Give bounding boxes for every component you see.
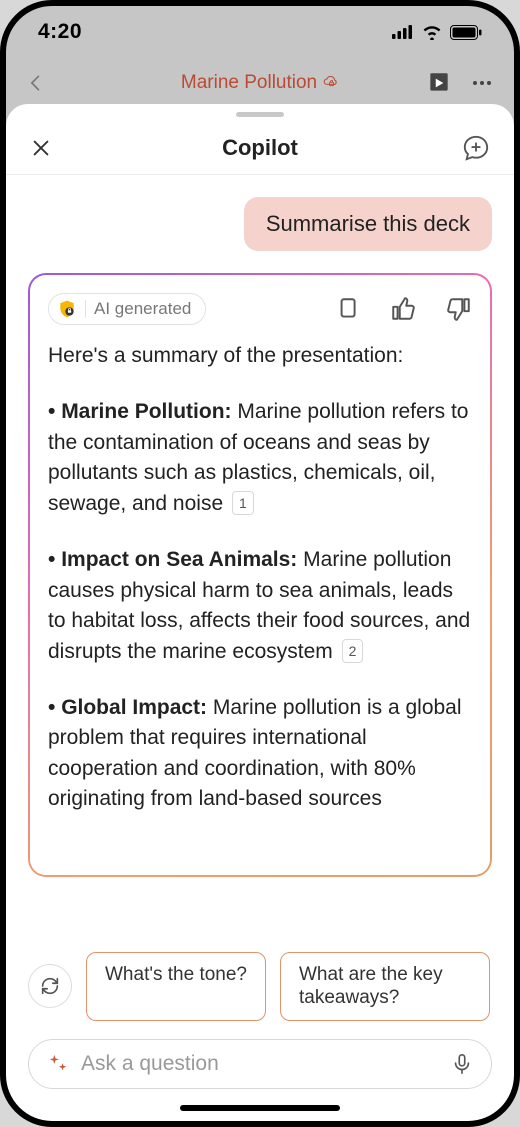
ai-response-card: AI generated Here's a summary of the pre… bbox=[28, 273, 492, 877]
citation-badge[interactable]: 1 bbox=[232, 491, 254, 515]
ai-bullet: • Global Impact: Marine pollution is a g… bbox=[48, 693, 472, 815]
thumbs-down-button[interactable] bbox=[446, 296, 472, 322]
wifi-icon bbox=[421, 24, 443, 40]
refresh-icon bbox=[39, 975, 61, 997]
chat-body: Summarise this deck AI generated bbox=[6, 175, 514, 936]
signal-icon bbox=[392, 25, 414, 39]
presenter-icon[interactable] bbox=[426, 70, 452, 96]
back-icon[interactable] bbox=[26, 73, 46, 93]
suggestion-pill[interactable]: What are the key takeaways? bbox=[280, 952, 490, 1022]
doc-title-text: Marine Pollution bbox=[181, 72, 317, 94]
suggestions-row: What's the tone? What are the key takeaw… bbox=[6, 936, 514, 1022]
new-chat-icon[interactable] bbox=[462, 134, 490, 162]
chat-input-bar[interactable] bbox=[28, 1039, 492, 1089]
ai-bullet: • Marine Pollution: Marine pollution ref… bbox=[48, 397, 472, 519]
user-message: Summarise this deck bbox=[244, 197, 492, 251]
copilot-sheet: Copilot Summarise this deck AI generated bbox=[6, 104, 514, 1121]
home-indicator[interactable] bbox=[180, 1105, 340, 1111]
sheet-grabber[interactable] bbox=[236, 112, 284, 117]
ai-badge-label: AI generated bbox=[94, 299, 191, 319]
doc-title: Marine Pollution bbox=[181, 72, 339, 94]
status-icons bbox=[392, 24, 482, 40]
thumbs-up-button[interactable] bbox=[390, 296, 416, 322]
ai-intro-text: Here's a summary of the presentation: bbox=[48, 341, 472, 371]
refresh-suggestions-button[interactable] bbox=[28, 964, 72, 1008]
sheet-title: Copilot bbox=[222, 135, 298, 161]
citation-badge[interactable]: 2 bbox=[342, 639, 364, 663]
cloud-lock-icon bbox=[323, 75, 339, 91]
close-icon[interactable] bbox=[30, 137, 52, 159]
bg-app-header: Marine Pollution bbox=[6, 58, 514, 108]
ai-bullet: • Impact on Sea Animals: Marine pollutio… bbox=[48, 545, 472, 667]
copy-button[interactable] bbox=[334, 296, 360, 322]
status-time: 4:20 bbox=[38, 20, 82, 44]
chat-input[interactable] bbox=[81, 1052, 439, 1076]
shield-icon bbox=[57, 299, 77, 319]
status-bar: 4:20 bbox=[6, 6, 514, 58]
sparkle-icon bbox=[47, 1053, 69, 1075]
suggestion-pill[interactable]: What's the tone? bbox=[86, 952, 266, 1022]
sheet-header: Copilot bbox=[6, 121, 514, 175]
mic-icon[interactable] bbox=[451, 1052, 473, 1076]
battery-icon bbox=[450, 25, 482, 40]
ai-generated-badge: AI generated bbox=[48, 293, 206, 325]
more-icon[interactable] bbox=[470, 71, 494, 95]
